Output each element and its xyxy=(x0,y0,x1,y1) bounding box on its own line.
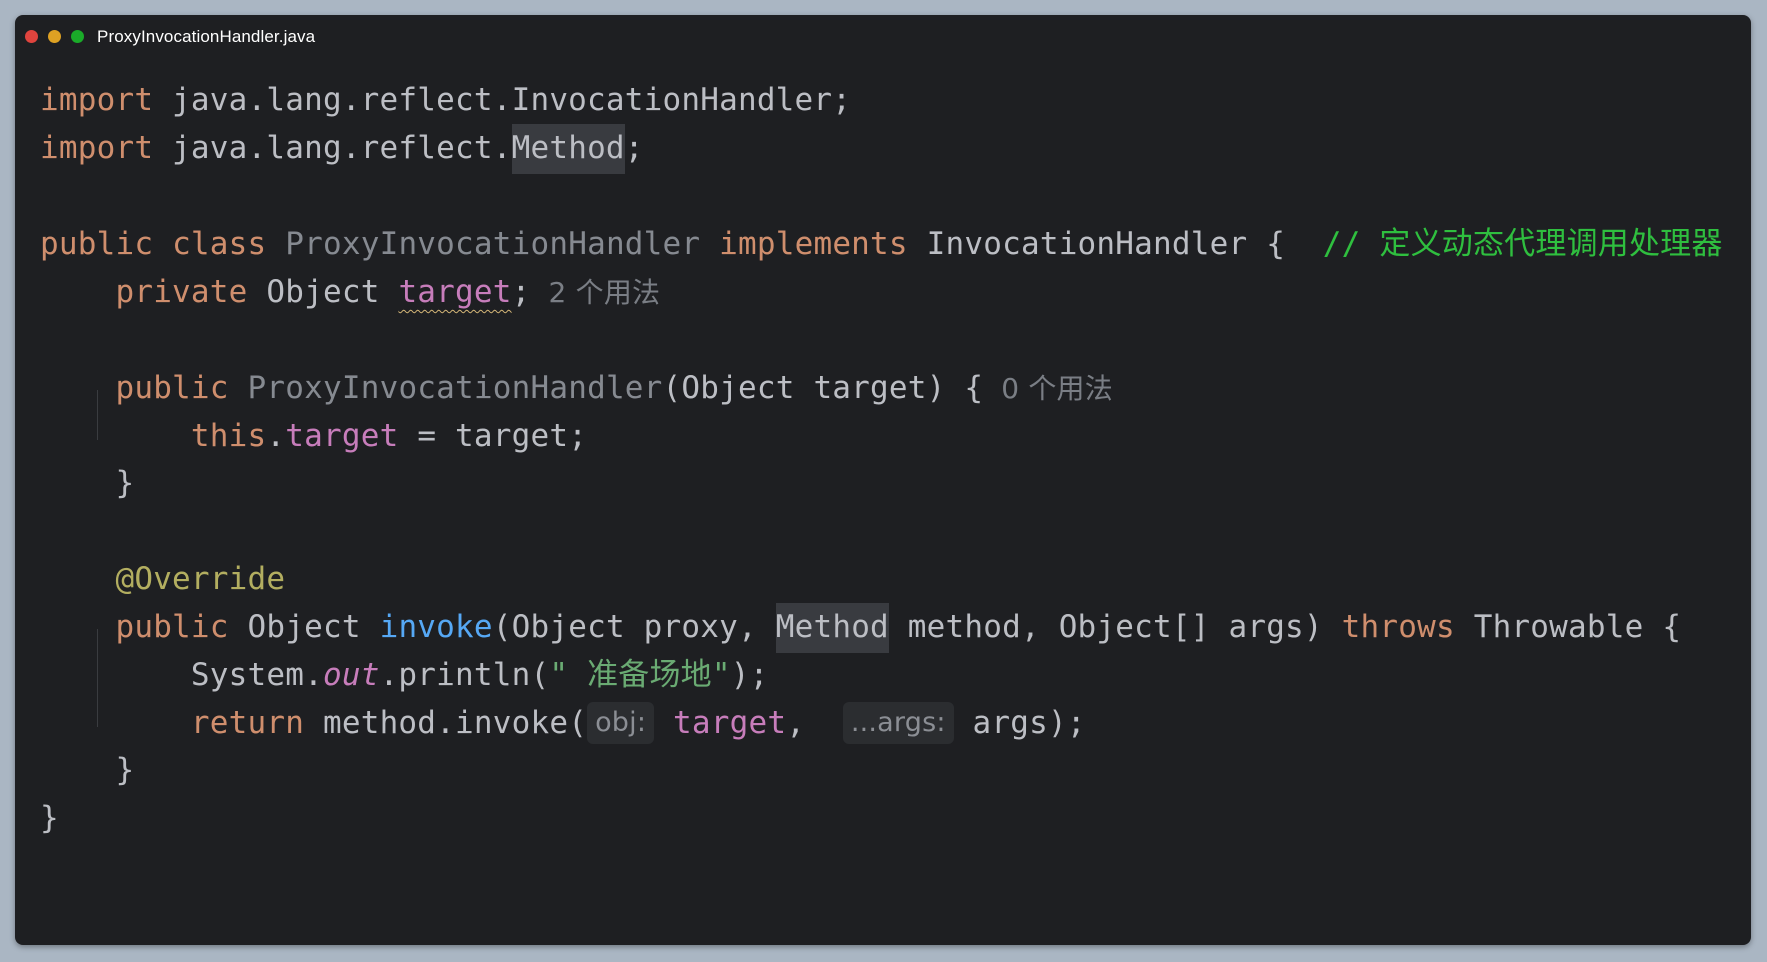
out-field: out xyxy=(322,657,380,693)
target-field[interactable]: target xyxy=(398,274,511,310)
keyword-public: public xyxy=(115,609,229,645)
code-line-7: public ProxyInvocationHandler(Object tar… xyxy=(40,361,1113,415)
interface-name: InvocationHandler { xyxy=(907,226,1323,262)
file-name-title: ProxyInvocationHandler.java xyxy=(97,27,316,46)
code-line-2: import java.lang.reflect.Method; xyxy=(40,121,644,175)
import-path: java.lang.reflect.InvocationHandler; xyxy=(153,82,852,118)
invoke-method-name[interactable]: invoke xyxy=(380,609,493,645)
code-line-4: public class ProxyInvocationHandler impl… xyxy=(40,217,1723,271)
highlighted-method-type[interactable]: Method xyxy=(775,603,889,653)
target-arg: target xyxy=(673,705,787,741)
code-line-8: this.target = target; xyxy=(40,409,587,463)
override-annotation: @Override xyxy=(115,561,286,597)
param-hint-args: ...args: xyxy=(842,702,954,744)
code-line-11: @Override xyxy=(40,552,285,606)
usage-count-hint[interactable]: 2 个用法 xyxy=(549,276,661,309)
string-literal: " 准备场地" xyxy=(549,657,731,693)
minimize-window-button[interactable] xyxy=(48,30,61,43)
keyword-public: public xyxy=(40,226,154,262)
editor-window: ProxyInvocationHandler.java import java.… xyxy=(15,15,1751,945)
semicolon: ; xyxy=(511,274,531,310)
close-window-button[interactable] xyxy=(25,30,38,43)
target-field-ref: target xyxy=(285,418,399,454)
param-hint-obj: obj: xyxy=(587,702,655,744)
constructor-params: (Object target) { xyxy=(662,370,984,406)
semicolon: ; xyxy=(624,130,644,166)
invoke-params-end: method, Object[] args) xyxy=(888,609,1342,645)
code-line-5: private Object target; 2 个用法 xyxy=(40,265,660,319)
code-line-16: } xyxy=(40,791,59,845)
keyword-throws: throws xyxy=(1341,609,1455,645)
usage-count-hint[interactable]: 0 个用法 xyxy=(1001,372,1113,405)
title-bar: ProxyInvocationHandler.java xyxy=(15,15,1751,55)
field-type: Object xyxy=(247,274,399,310)
system-ref: System. xyxy=(190,657,323,693)
closing-brace: } xyxy=(40,800,59,836)
code-line-13: System.out.println(" 准备场地"); xyxy=(40,648,768,702)
args-end: args); xyxy=(953,705,1086,741)
keyword-return: return xyxy=(190,705,305,741)
comma: , xyxy=(786,705,824,741)
class-name[interactable]: ProxyInvocationHandler xyxy=(285,226,700,262)
throws-type: Throwable { xyxy=(1454,609,1682,645)
keyword-import: import xyxy=(40,130,154,166)
closing-brace: } xyxy=(115,752,135,788)
constructor-name[interactable]: ProxyInvocationHandler xyxy=(248,370,663,406)
maximize-window-button[interactable] xyxy=(71,30,84,43)
statement-end: ); xyxy=(730,657,769,693)
code-line-12: public Object invoke(Object proxy, Metho… xyxy=(40,600,1681,654)
return-type: Object xyxy=(228,609,380,645)
code-line-14: return method.invoke(obj: target, ...arg… xyxy=(40,696,1086,750)
assignment: = target; xyxy=(398,418,588,454)
import-path: java.lang.reflect. xyxy=(153,130,512,166)
dot: . xyxy=(266,418,286,454)
code-line-9: } xyxy=(40,456,134,510)
code-line-1: import java.lang.reflect.InvocationHandl… xyxy=(40,73,851,127)
keyword-public: public xyxy=(115,370,229,406)
println-call: .println( xyxy=(379,657,550,693)
keyword-private: private xyxy=(115,274,248,310)
code-line-15: } xyxy=(40,743,134,797)
closing-brace: } xyxy=(115,465,135,501)
line-comment: // 定义动态代理调用处理器 xyxy=(1322,226,1723,262)
keyword-import: import xyxy=(40,82,154,118)
keyword-this: this xyxy=(190,418,267,454)
highlighted-method-class[interactable]: Method xyxy=(511,124,625,174)
keyword-class: class xyxy=(172,226,267,262)
invoke-call: method.invoke( xyxy=(304,705,588,741)
invoke-params-start: (Object proxy, xyxy=(492,609,776,645)
keyword-implements: implements xyxy=(719,226,908,262)
